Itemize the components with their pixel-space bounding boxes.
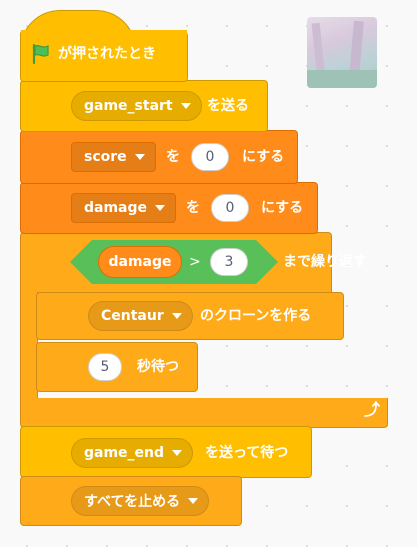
damage-reporter[interactable]: damage [98,246,182,278]
broadcast-wait-message-dropdown[interactable]: game_end [71,438,194,468]
green-flag-icon [32,43,49,65]
create-clone-block[interactable]: Centaur のクローンを作る [36,292,344,340]
set-score-block[interactable]: score を 0 にする [20,130,298,184]
repeat-threshold-input[interactable]: 3 [210,248,248,276]
dropdown-caret-icon [188,498,199,504]
score-value-input[interactable]: 0 [191,143,229,171]
dropdown-caret-icon [172,450,183,456]
broadcast-message-dropdown[interactable]: game_start [71,91,202,121]
dropdown-caret-icon [134,154,145,160]
set-damage-suffix: にする [261,200,304,216]
broadcast-wait-message-label: game_end [84,445,165,461]
set-score-suffix: にする [242,149,285,165]
damage-variable-dropdown[interactable]: damage [71,193,177,223]
damage-variable-label: damage [84,200,148,216]
dropdown-caret-icon [180,103,191,109]
broadcast-wait-suffix: を送って待つ [205,445,289,461]
broadcast-block[interactable]: game_start を送る [20,80,268,132]
damage-reporter-label: damage [108,254,172,270]
clone-target-dropdown[interactable]: Centaur [88,301,193,331]
dropdown-caret-icon [155,205,166,211]
wait-block[interactable]: 5 秒待つ [36,342,198,392]
set-score-to-label: を [166,149,180,165]
repeat-until-foot [20,398,388,428]
create-clone-label: のクローンを作る [200,308,312,324]
stop-option-label: すべてを止める [84,494,181,510]
damage-value-input[interactable]: 0 [211,194,249,222]
wait-label: 秒待つ [137,359,179,375]
broadcast-message-label: game_start [84,98,173,114]
greater-than-symbol: > [189,254,201,270]
when-flag-clicked-label: が押されたとき [58,46,156,62]
stop-all-block[interactable]: すべてを止める [20,476,242,526]
score-variable-dropdown[interactable]: score [71,142,156,172]
stop-option-dropdown[interactable]: すべてを止める [71,486,210,516]
wait-seconds-input[interactable]: 5 [88,353,122,381]
sprite-thumbnail[interactable] [307,17,377,88]
set-damage-block[interactable]: damage を 0 にする [20,182,318,234]
set-damage-to-label: を [186,200,200,216]
thumbnail-ground [307,70,377,88]
repeat-until-label: まで繰り返す [283,254,367,270]
score-variable-label: score [84,149,127,165]
broadcast-and-wait-block[interactable]: game_end を送って待つ [20,426,312,478]
broadcast-suffix: を送る [207,98,249,114]
loop-arrow-icon: ⤴ [364,400,381,419]
dropdown-caret-icon [171,313,182,319]
clone-target-label: Centaur [101,308,164,324]
